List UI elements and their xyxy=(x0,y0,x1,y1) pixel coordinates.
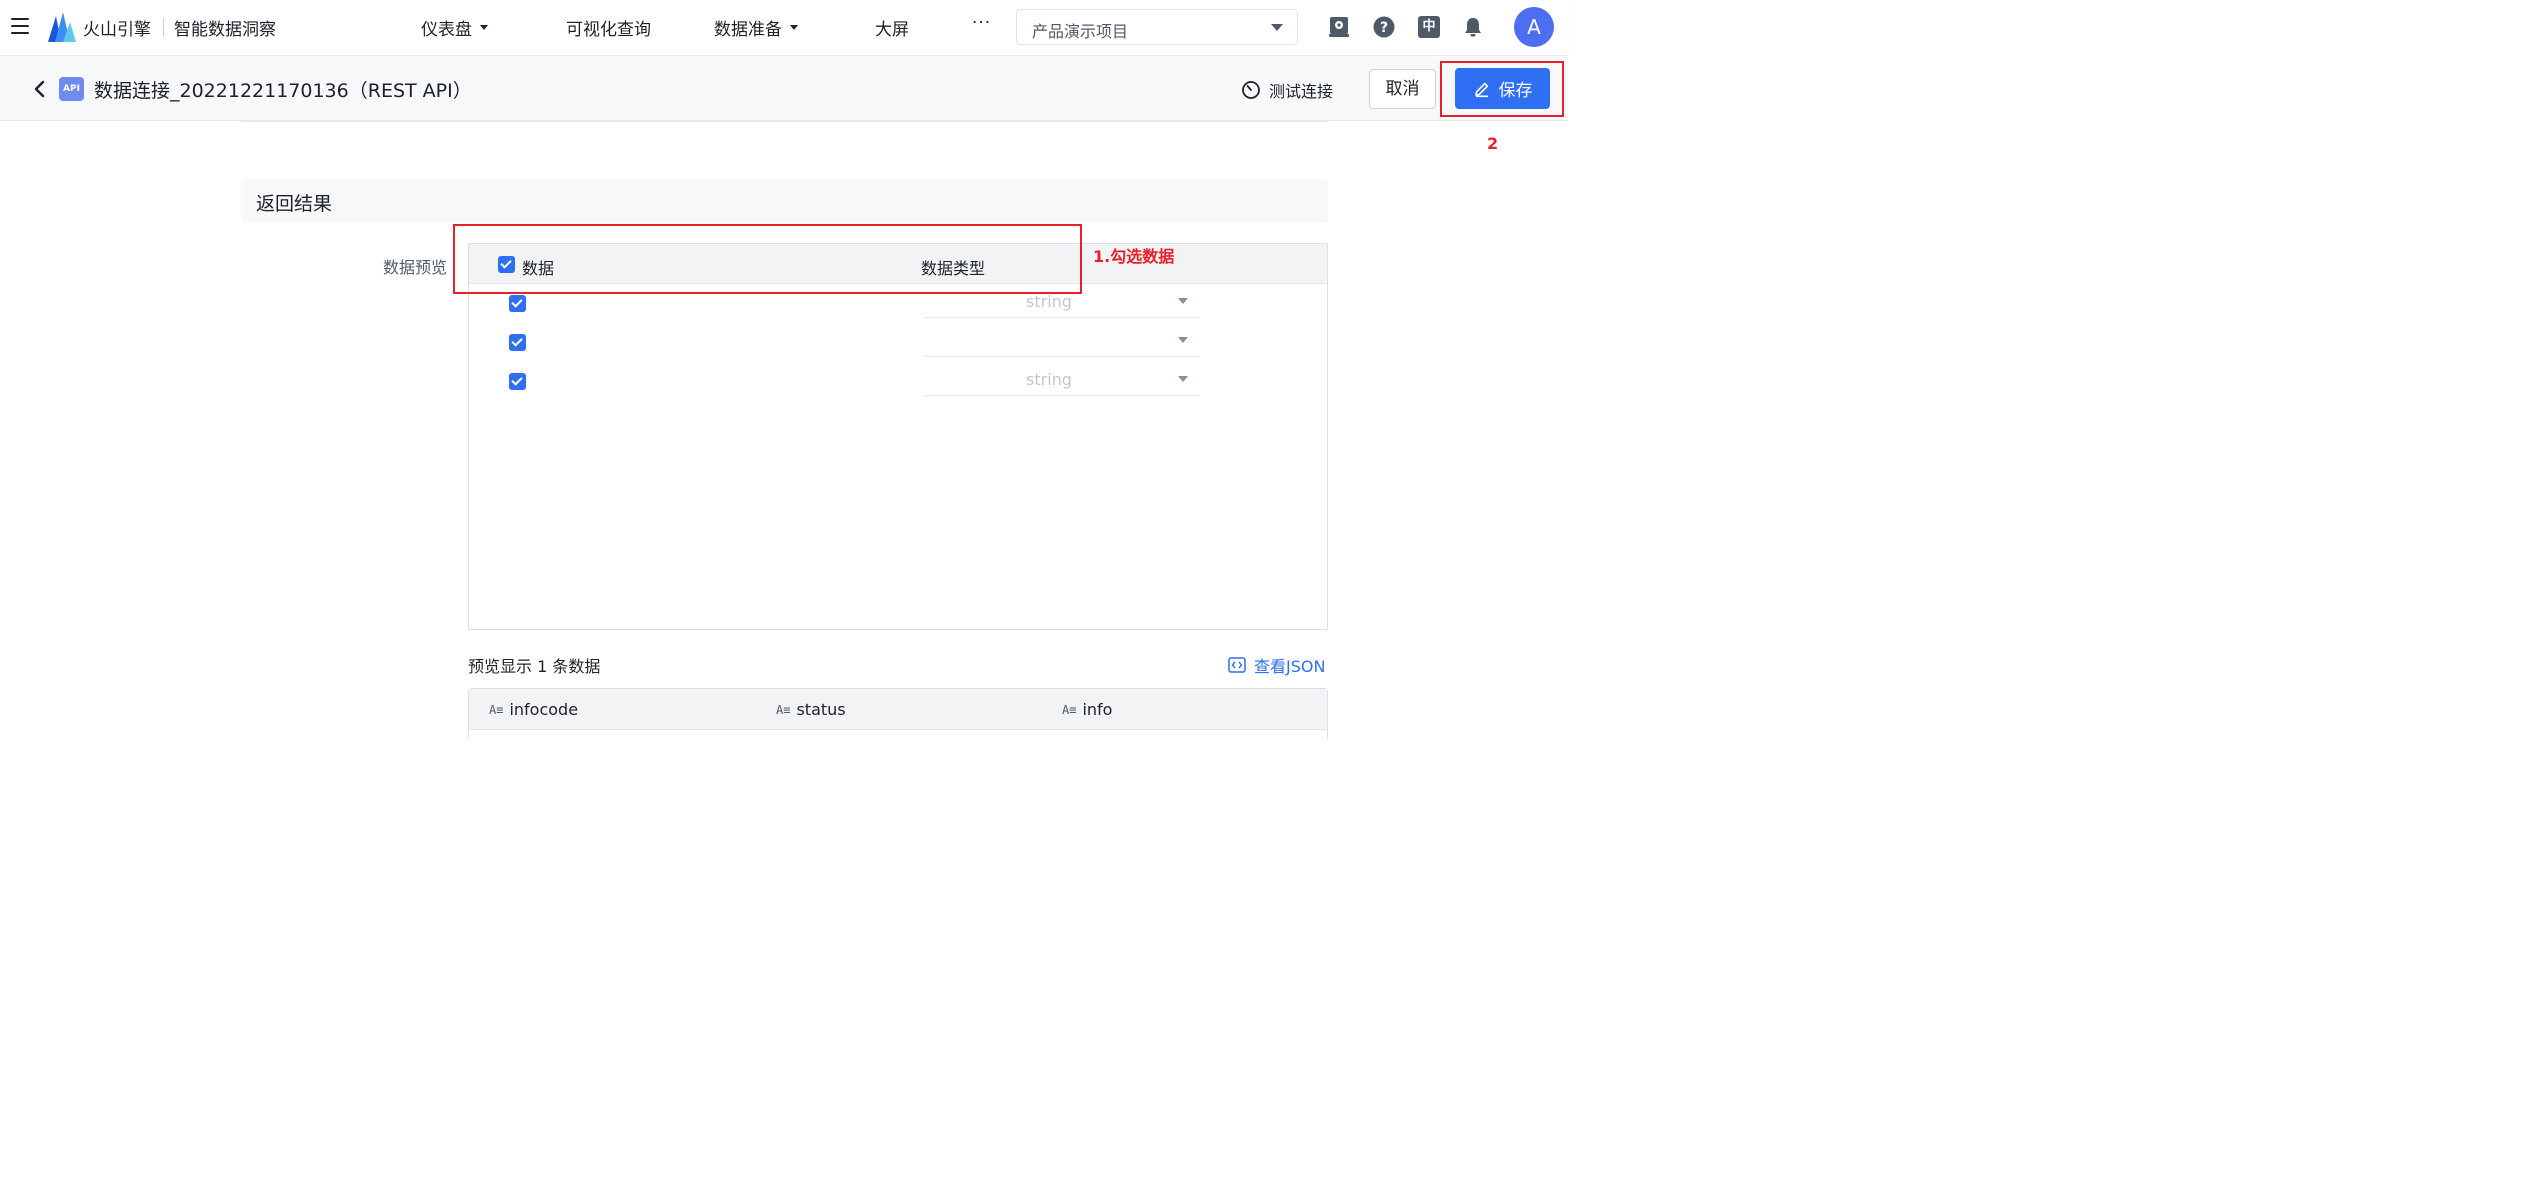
nav-dashboard[interactable]: 仪表盘 xyxy=(421,15,488,40)
timer-icon xyxy=(1242,81,1260,99)
test-connection-label: 测试连接 xyxy=(1269,82,1334,101)
select-underline xyxy=(925,356,1200,357)
cancel-button[interactable]: 取消 xyxy=(1369,69,1436,109)
result-section-title: 返回结果 xyxy=(256,193,333,215)
step-1-annotation: 1.勾选数据 xyxy=(1093,247,1175,266)
chevron-down-icon xyxy=(1178,337,1188,343)
column-name: status xyxy=(796,700,846,719)
row-checkbox[interactable] xyxy=(509,373,526,390)
column-header-status: A≡ status xyxy=(776,700,846,719)
data-preview-table: 数据 数据类型 string string xyxy=(468,243,1328,630)
brand-name: 火山引擎 xyxy=(83,20,151,40)
cancel-label: 取消 xyxy=(1385,79,1420,99)
nav-visual-query[interactable]: 可视化查询 xyxy=(566,15,651,40)
brand-divider xyxy=(163,18,164,36)
help-icon[interactable]: ? xyxy=(1373,16,1395,38)
type-select[interactable] xyxy=(925,327,1200,357)
api-badge-label: API xyxy=(63,84,80,94)
row-checkbox[interactable] xyxy=(509,295,526,312)
nav-big-screen-label: 大屏 xyxy=(875,20,909,40)
project-select[interactable]: 产品演示项目 xyxy=(1016,9,1298,45)
avatar-initial: A xyxy=(1527,15,1541,39)
chevron-down-icon xyxy=(1271,24,1283,31)
download-center-icon[interactable] xyxy=(1328,16,1350,38)
chevron-down-icon xyxy=(1178,298,1188,304)
product-name: 智能数据洞察 xyxy=(174,20,276,40)
section-divider xyxy=(241,120,1328,122)
type-select[interactable]: string xyxy=(925,366,1200,396)
language-label: 中 xyxy=(1422,19,1436,34)
connection-title: 数据连接_20221221170136（REST API） xyxy=(94,80,472,102)
header-highlight-box xyxy=(453,224,1082,294)
nav-visual-query-label: 可视化查询 xyxy=(566,20,651,40)
column-name: infocode xyxy=(509,700,579,719)
column-header-infocode: A≡ infocode xyxy=(489,700,578,719)
nav-big-screen[interactable]: 大屏 xyxy=(875,15,909,40)
nav-data-prep[interactable]: 数据准备 xyxy=(714,15,798,40)
chevron-down-icon xyxy=(1178,376,1188,382)
test-connection-button[interactable]: 测试连接 xyxy=(1241,78,1333,102)
view-json-link[interactable]: 查看JSON xyxy=(1228,653,1325,677)
top-navigation: 火山引擎 智能数据洞察 仪表盘 可视化查询 数据准备 大屏 ··· 产品演示项目… xyxy=(0,0,1568,56)
column-header-info: A≡ info xyxy=(1062,700,1112,719)
row-checkbox[interactable] xyxy=(509,334,526,351)
save-highlight-box xyxy=(1440,61,1564,117)
api-type-icon: API xyxy=(59,77,84,101)
type-select-value: string xyxy=(1026,292,1072,311)
project-select-value: 产品演示项目 xyxy=(1032,22,1129,41)
svg-text:?: ? xyxy=(1380,20,1388,36)
type-select-value: string xyxy=(1026,370,1072,389)
volcano-logo-icon xyxy=(48,12,76,42)
text-type-icon: A≡ xyxy=(489,702,504,717)
user-avatar[interactable]: A xyxy=(1514,7,1554,47)
select-underline xyxy=(925,317,1200,318)
preview-count-text: 预览显示 1 条数据 xyxy=(468,657,601,676)
back-arrow-icon[interactable] xyxy=(32,79,46,99)
column-name: info xyxy=(1082,700,1113,719)
result-table-header: A≡ infocode A≡ status A≡ info xyxy=(469,689,1327,730)
nav-more-button[interactable]: ··· xyxy=(972,13,991,33)
code-icon xyxy=(1228,657,1246,673)
step-2-annotation: 2 xyxy=(1487,134,1499,153)
language-switch-icon[interactable]: 中 xyxy=(1418,16,1440,38)
nav-data-prep-label: 数据准备 xyxy=(714,20,782,40)
result-preview-table: A≡ infocode A≡ status A≡ info xyxy=(468,688,1328,739)
menu-icon[interactable] xyxy=(11,18,29,34)
caret-down-icon xyxy=(790,25,798,30)
result-section-header: 返回结果 xyxy=(241,179,1328,223)
view-json-label: 查看JSON xyxy=(1254,657,1326,676)
nav-dashboard-label: 仪表盘 xyxy=(421,20,472,40)
text-type-icon: A≡ xyxy=(1062,702,1077,717)
more-icon: ··· xyxy=(972,13,992,33)
data-preview-label: 数据预览 xyxy=(383,258,448,277)
caret-down-icon xyxy=(480,25,488,30)
text-type-icon: A≡ xyxy=(776,702,791,717)
bell-icon[interactable] xyxy=(1462,16,1484,38)
connection-header: API 数据连接_20221221170136（REST API） 测试连接 取… xyxy=(0,57,1568,121)
select-underline xyxy=(925,395,1200,396)
